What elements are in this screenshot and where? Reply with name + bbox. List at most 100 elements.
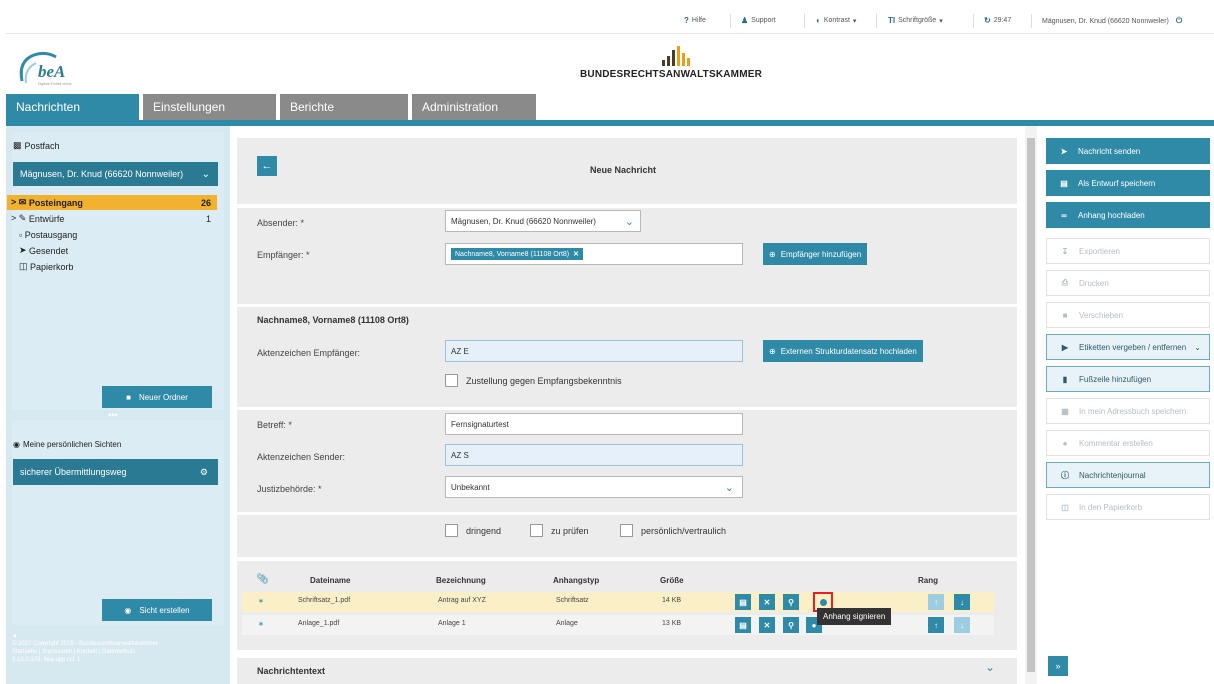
- account-select[interactable]: Mägnusen, Dr. Knud (66620 Nonnweiler) ⌄: [13, 162, 218, 186]
- folder-postausgang[interactable]: ▫ Postausgang: [7, 227, 217, 242]
- help-link[interactable]: ? Hilfe: [684, 16, 706, 25]
- col-groesse[interactable]: Größe: [660, 576, 684, 585]
- back-button[interactable]: ←: [257, 156, 277, 176]
- message-text-panel[interactable]: [237, 658, 1017, 684]
- power-icon[interactable]: ⏻: [1176, 16, 1182, 26]
- zu-pruefen-checkbox[interactable]: zu prüfen: [530, 524, 589, 537]
- save-icon[interactable]: ▤: [735, 594, 751, 610]
- col-rang[interactable]: Rang: [918, 576, 938, 585]
- upload-struct-button[interactable]: ⊕ Externen Strukturdatensatz hochladen: [763, 340, 923, 362]
- col-bezeichnung[interactable]: Bezeichnung: [436, 576, 486, 585]
- betreff-label: Betreff: *: [257, 420, 292, 430]
- user-menu[interactable]: Mägnusen, Dr. Knud (66620 Nonnweiler) ⏻: [1042, 16, 1182, 26]
- refresh-icon: ↻: [984, 16, 991, 25]
- add-recipient-button[interactable]: ⊕ Empfänger hinzufügen: [763, 243, 868, 265]
- trash-icon: ◫: [1061, 502, 1069, 512]
- chevron-down-icon: ▾: [939, 17, 943, 25]
- paperclip-icon: ∞: [1061, 210, 1067, 220]
- export-icon: ↧: [1061, 246, 1069, 256]
- postfach-header: ▩ Postfach: [13, 140, 60, 151]
- comment-button: ● Kommentar erstellen: [1046, 430, 1210, 456]
- paperclip-icon: ∗: [258, 621, 264, 628]
- addressbook-icon: ▦: [1061, 406, 1069, 416]
- justiz-label: Justizbehörde: *: [257, 484, 322, 494]
- svg-text:Digitale Einheit online: Digitale Einheit online: [38, 82, 72, 86]
- addressbook-button: ▦ In mein Adressbuch speichern: [1046, 398, 1210, 424]
- move-down-icon[interactable]: ↓: [954, 594, 970, 610]
- tab-berichte[interactable]: Berichte: [280, 94, 408, 120]
- folder-entwuerfe[interactable]: > ✎ Entwürfe 1: [7, 211, 217, 226]
- bea-logo[interactable]: beA Digitale Einheit online: [16, 49, 96, 89]
- search-icon[interactable]: ⚲: [783, 617, 799, 633]
- az-send-label: Aktenzeichen Sender:: [257, 452, 346, 462]
- betreff-input[interactable]: Fernsignaturtest: [445, 413, 743, 435]
- send-message-button[interactable]: ➤ Nachricht senden: [1046, 138, 1210, 164]
- send-icon: ➤: [19, 245, 30, 255]
- scrollbar-thumb[interactable]: [1027, 138, 1035, 672]
- create-view-button[interactable]: ◉ Sicht erstellen: [102, 599, 212, 621]
- chevron-down-icon: ⌄: [1194, 342, 1201, 352]
- delete-icon[interactable]: ✕: [759, 594, 775, 610]
- tab-einstellungen[interactable]: Einstellungen: [143, 94, 276, 120]
- col-dateiname[interactable]: Dateiname: [310, 576, 350, 585]
- new-folder-button[interactable]: ■ Neuer Ordner: [102, 386, 212, 408]
- zustellung-checkbox[interactable]: Zustellung gegen Empfangsbekenntnis: [445, 374, 622, 387]
- fontsize-dropdown[interactable]: TI Schriftgröße ▾: [888, 16, 943, 25]
- save-draft-button[interactable]: ▤ Als Entwurf speichern: [1046, 170, 1210, 196]
- gear-icon[interactable]: ⚙: [200, 467, 208, 478]
- plus-circle-icon: ⊕: [769, 249, 776, 259]
- expand-sidebar-button[interactable]: »: [1048, 656, 1068, 676]
- move-up-icon[interactable]: ↑: [928, 617, 944, 633]
- edit-icon: > ✎: [11, 213, 29, 223]
- search-icon[interactable]: ⚲: [783, 594, 799, 610]
- message-text-label: Nachrichtentext: [257, 666, 326, 676]
- add-footer-button[interactable]: ▮ Fußzeile hinzufügen: [1046, 366, 1210, 392]
- delete-icon[interactable]: ✕: [759, 617, 775, 633]
- fontsize-icon: TI: [888, 16, 896, 25]
- empfaenger-field[interactable]: Nachname8, Vorname8 (11108 Ort8) ✕: [445, 243, 743, 265]
- message-journal-button[interactable]: ⓘ Nachrichtenjournal: [1046, 462, 1210, 488]
- tab-nachrichten[interactable]: Nachrichten: [6, 94, 139, 120]
- logo-text: beA: [38, 62, 65, 81]
- chevron-down-icon: ⌄: [201, 168, 210, 180]
- tag-icon: ▶: [1061, 342, 1069, 352]
- col-anhangstyp[interactable]: Anhangstyp: [553, 576, 599, 585]
- contrast-icon: ◐: [816, 16, 821, 25]
- upload-attachment-button[interactable]: ∞ Anhang hochladen: [1046, 202, 1210, 228]
- chevron-down-icon: ⌄: [624, 215, 634, 228]
- chevron-down-icon: ⌄: [724, 481, 734, 494]
- tab-administration[interactable]: Administration: [412, 94, 536, 120]
- attachment-file[interactable]: Anlage_1.pdf: [298, 620, 339, 627]
- folder-gesendet[interactable]: ➤ Gesendet: [7, 243, 217, 258]
- attachment-type: Anlage: [556, 620, 578, 627]
- justiz-select[interactable]: Unbekannt ⌄: [445, 476, 743, 498]
- close-icon[interactable]: ✕: [573, 250, 579, 258]
- attachment-file[interactable]: Schriftsatz_1.pdf: [298, 597, 350, 604]
- chevron-down-icon: ▾: [852, 17, 857, 25]
- footer-icon: ▮: [1062, 374, 1068, 384]
- main-tabs: Nachrichten Einstellungen Berichte Admin…: [6, 94, 1214, 120]
- top-bar: ? Hilfe ♟ Support ◐ Kontrast ▾ TI Schriftgröß…: [6, 8, 1214, 34]
- folder-posteingang[interactable]: > ✉ Posteingang 26: [7, 195, 217, 210]
- labels-dropdown[interactable]: ▶ Etiketten vergeben / entfernen ⌄: [1046, 334, 1210, 360]
- absender-select[interactable]: Mägnusen, Dr. Knud (66620 Nonnweiler) ⌄: [445, 210, 641, 232]
- attachment-type: Schriftsatz: [556, 597, 589, 604]
- contrast-dropdown[interactable]: ◐ Kontrast ▾: [816, 16, 856, 25]
- move-up-icon: ↑: [928, 594, 944, 610]
- session-timer[interactable]: ↻ 29:47: [984, 16, 1011, 25]
- save-icon[interactable]: ▤: [735, 617, 751, 633]
- chevron-down-icon[interactable]: ⌄: [985, 660, 995, 674]
- attachment-size: 13 KB: [662, 620, 682, 627]
- attachment-name: Anlage 1: [438, 620, 466, 627]
- move-button: ■ Verschieben: [1046, 302, 1210, 328]
- recipient-chip[interactable]: Nachname8, Vorname8 (11108 Ort8) ✕: [451, 248, 584, 260]
- resize-handle[interactable]: •••: [108, 410, 117, 420]
- folder-papierkorb[interactable]: ◫ Papierkorb: [7, 259, 217, 274]
- vertraulich-checkbox[interactable]: persönlich/vertraulich: [620, 524, 726, 537]
- support-link[interactable]: ♟ Support: [741, 16, 776, 25]
- az-empf-input[interactable]: AZ E: [445, 340, 743, 362]
- view-item[interactable]: sicherer Übermittlungsweg ⚙: [13, 459, 218, 485]
- az-send-input[interactable]: AZ S: [445, 444, 743, 466]
- header: beA Digitale Einheit online BUNDESRECHTS…: [6, 34, 1214, 92]
- dringend-checkbox[interactable]: dringend: [445, 524, 501, 537]
